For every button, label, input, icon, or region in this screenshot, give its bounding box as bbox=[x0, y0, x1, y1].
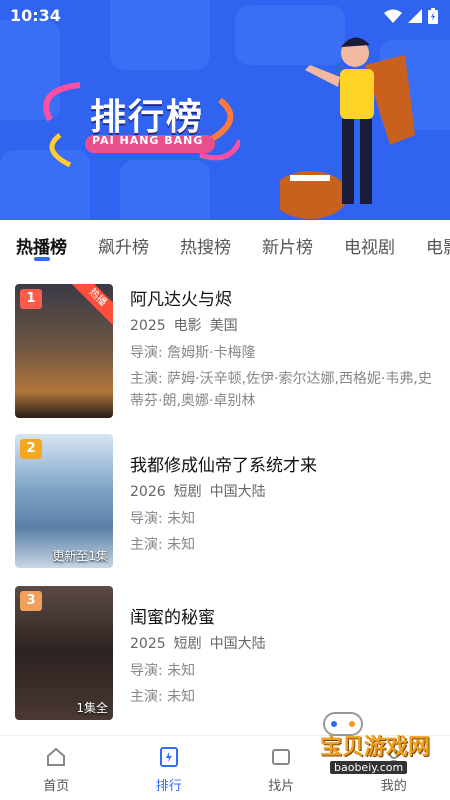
signal-icon bbox=[408, 9, 422, 23]
item-cast: 主演: 未知 bbox=[130, 537, 196, 553]
tab-new-releases[interactable]: 新片榜 bbox=[262, 220, 328, 270]
home-icon bbox=[47, 747, 66, 766]
status-time: 10:34 bbox=[10, 6, 61, 25]
list-item[interactable]: 3 1集全 闺蜜的秘蜜 2025 短剧 中国大陆 导演: 未知 主演: 未知 bbox=[15, 586, 435, 721]
ranking-icon bbox=[159, 747, 178, 767]
item-cast: 主演: 萨姆·沃辛顿,佐伊·索尔达娜,西格妮·韦弗,史蒂芬·朗,奥娜·卓别林 bbox=[130, 371, 432, 409]
episode-status: 1集全 bbox=[76, 701, 108, 715]
rank-badge: 3 bbox=[20, 591, 42, 611]
item-meta: 2025 短剧 中国大陆 bbox=[130, 636, 266, 652]
rank-badge: 2 bbox=[20, 439, 42, 459]
ranking-list: 1 热播 阿凡达火与烬 2025 电影 美国 导演: 詹姆斯·卡梅隆 主演: 萨姆·… bbox=[0, 270, 450, 735]
rank-badge: 1 bbox=[20, 289, 42, 309]
item-title: 我都修成仙帝了系统才来 bbox=[130, 456, 317, 476]
poster-image: 1 热播 bbox=[15, 284, 113, 418]
status-bar: 10:34 bbox=[0, 0, 450, 32]
tab-tv-series[interactable]: 电视剧 bbox=[344, 220, 410, 270]
poster-image: 3 1集全 bbox=[15, 586, 113, 720]
tab-movies[interactable]: 电影 bbox=[426, 220, 450, 270]
tab-hot-search[interactable]: 热搜榜 bbox=[180, 220, 246, 270]
ranking-banner: 10:34 排行榜 PAI HANG BANG bbox=[0, 0, 450, 220]
item-title: 闺蜜的秘蜜 bbox=[130, 608, 215, 628]
nav-home[interactable]: 首页 bbox=[0, 736, 113, 800]
tab-active-indicator bbox=[34, 257, 50, 261]
site-watermark: 宝贝游戏网 baobeiy.com bbox=[270, 705, 450, 780]
poster-image: 2 更新至1集 bbox=[15, 434, 113, 568]
list-item[interactable]: 2 更新至1集 我都修成仙帝了系统才来 2026 短剧 中国大陆 导演: 未知 主演… bbox=[15, 434, 435, 569]
item-title: 阿凡达火与烬 bbox=[130, 290, 232, 310]
list-item[interactable]: 1 热播 阿凡达火与烬 2025 电影 美国 导演: 詹姆斯·卡梅隆 主演: 萨姆·… bbox=[15, 284, 435, 419]
watermark-text: 宝贝游戏网 bbox=[320, 735, 431, 760]
episode-status: 更新至1集 bbox=[52, 549, 108, 563]
item-director: 导演: 未知 bbox=[130, 663, 196, 679]
battery-icon bbox=[428, 8, 438, 24]
ranking-tabs: 热播榜 飙升榜 热搜榜 新片榜 电视剧 电影 bbox=[0, 220, 450, 270]
ranking-logo: 排行榜 PAI HANG BANG bbox=[40, 80, 240, 170]
banner-subtitle: PAI HANG BANG bbox=[92, 134, 204, 147]
tab-rising[interactable]: 飙升榜 bbox=[98, 220, 164, 270]
item-meta: 2025 电影 美国 bbox=[130, 318, 238, 334]
wifi-icon bbox=[384, 9, 402, 23]
item-director: 导演: 未知 bbox=[130, 511, 196, 527]
mascot-illustration bbox=[280, 37, 415, 219]
watermark-url: baobeiy.com bbox=[330, 761, 408, 774]
banner-title: 排行榜 bbox=[90, 97, 205, 138]
hot-badge: 热播 bbox=[70, 284, 113, 325]
nav-ranking[interactable]: 排行 bbox=[113, 736, 226, 800]
item-meta: 2026 短剧 中国大陆 bbox=[130, 484, 266, 500]
tab-hot-play[interactable]: 热播榜 bbox=[16, 220, 82, 270]
item-director: 导演: 詹姆斯·卡梅隆 bbox=[130, 345, 256, 361]
